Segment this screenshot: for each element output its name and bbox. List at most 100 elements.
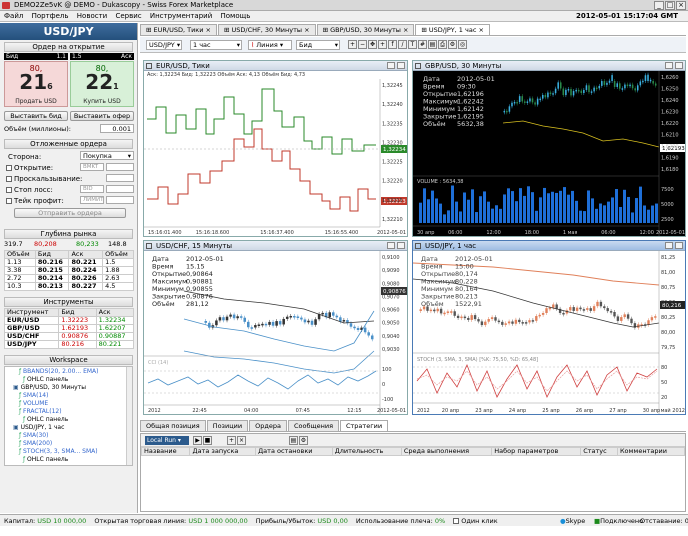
open-type-input[interactable]: BMKT: [80, 163, 104, 171]
strategy-col-header[interactable]: Длительность: [331, 447, 402, 456]
strategy-col-header[interactable]: Дата остановки: [255, 447, 333, 456]
stop-strategy-icon[interactable]: ■: [203, 436, 212, 445]
close-button[interactable]: ×: [676, 1, 686, 10]
remove-strategy-icon[interactable]: ×: [237, 436, 246, 445]
candle: [477, 319, 480, 322]
workspace-item[interactable]: ƒ STOCH(3, 3, SMA... SMA): [5, 448, 132, 456]
workspace-item[interactable]: ƒ SMA(200): [5, 440, 132, 448]
open-file-icon[interactable]: ▤: [289, 436, 298, 445]
pan-icon[interactable]: ✥: [368, 40, 377, 49]
side-select[interactable]: Покупка ▾: [80, 151, 134, 160]
maximize-chart-button[interactable]: [665, 242, 673, 249]
workspace-item[interactable]: ƒ SMA(30): [5, 432, 132, 440]
text-tool-icon[interactable]: T: [408, 40, 417, 49]
strategy-col-header[interactable]: Дата запуска: [189, 447, 257, 456]
depth-volume-bid: 319.7: [4, 240, 23, 248]
open-price-input[interactable]: [106, 163, 134, 171]
tab-strategies[interactable]: Стратегии: [339, 420, 389, 431]
stop-loss-type[interactable]: BID: [80, 185, 104, 193]
workspace-item[interactable]: ƒ VOLUME: [5, 400, 132, 408]
x-tick-label: 2012: [148, 408, 161, 414]
maximize-chart-button[interactable]: [665, 62, 673, 69]
menu-tools[interactable]: Инструментарий: [150, 12, 212, 20]
slippage-input[interactable]: [106, 174, 134, 182]
candle: [539, 98, 541, 101]
strategy-col-header[interactable]: Название: [140, 447, 191, 456]
close-chart-button[interactable]: [675, 62, 683, 69]
strategy-col-header[interactable]: Набор параметров: [491, 447, 582, 456]
instrument-select[interactable]: USD/JPY ▾: [146, 40, 182, 50]
workspace-item[interactable]: ƒ OHLC панель: [5, 376, 132, 384]
menu-portfolio[interactable]: Портфель: [32, 12, 69, 20]
open-checkbox[interactable]: [6, 165, 12, 171]
close-chart-button[interactable]: [397, 62, 405, 69]
tab-gbpusd[interactable]: ⊞ GBP/USD, 30 Минуты ×: [316, 24, 415, 35]
maximize-button[interactable]: □: [665, 1, 675, 10]
menu-help[interactable]: Помощь: [221, 12, 251, 20]
template-icon[interactable]: ▤: [428, 40, 437, 49]
candle: [544, 94, 547, 98]
settings-icon[interactable]: ⚙: [448, 40, 457, 49]
take-profit-checkbox[interactable]: [6, 198, 12, 204]
close-chart-button[interactable]: [397, 242, 405, 249]
minimize-button[interactable]: _: [654, 1, 664, 10]
zoom-in-icon[interactable]: +: [348, 40, 357, 49]
oneclick-toggle[interactable]: Один клик: [453, 517, 498, 525]
maximize-chart-button[interactable]: [387, 62, 395, 69]
workspace-item[interactable]: ƒ OHLC панель: [5, 456, 132, 464]
maximize-chart-button[interactable]: [387, 242, 395, 249]
run-mode-select[interactable]: Local Run ▾: [145, 436, 189, 445]
tab-messages[interactable]: Сообщения: [287, 420, 339, 431]
instrument-row[interactable]: USD/JPY 80.216 80.221: [3, 340, 135, 349]
chart-type-select[interactable]: ⌇ Линия ▾: [248, 40, 292, 50]
submit-orders-button[interactable]: Отправить ордера: [14, 208, 126, 218]
crosshair-icon[interactable]: +: [378, 40, 387, 49]
tab-usdchf[interactable]: ⊞ USD/CHF, 30 Минуты ×: [217, 24, 316, 35]
strategy-col-header[interactable]: Среда выполнения: [400, 447, 493, 456]
workspace-item[interactable]: ƒ OHLC панель: [5, 416, 132, 424]
workspace-scrollbar[interactable]: [126, 367, 132, 465]
menu-service[interactable]: Сервис: [115, 12, 141, 20]
stop-loss-checkbox[interactable]: [6, 187, 12, 193]
screenshot-icon[interactable]: ◎: [458, 40, 467, 49]
buy-button[interactable]: 80, 221 Купить USD: [70, 61, 134, 107]
slippage-checkbox[interactable]: [6, 176, 12, 182]
volume-input[interactable]: 0.001: [100, 124, 134, 133]
oneclick-checkbox[interactable]: [453, 518, 460, 524]
tab-general-position[interactable]: Общая позиция: [140, 420, 206, 431]
place-bid-button[interactable]: Выставить бид: [4, 111, 68, 121]
tab-positions[interactable]: Позиции: [206, 420, 249, 431]
workspace-item[interactable]: ▣ GBP/USD, 30 Минуты: [5, 384, 132, 392]
add-strategy-icon[interactable]: +: [227, 436, 236, 445]
start-strategy-icon[interactable]: ▶: [193, 436, 202, 445]
print-icon[interactable]: ⎙: [438, 40, 447, 49]
stop-loss-input[interactable]: [106, 185, 134, 193]
tab-usdjpy[interactable]: ⊞ USD/JPY, 1 час ×: [415, 24, 490, 35]
workspace-item[interactable]: ƒ FRACTAL(12): [5, 408, 132, 416]
take-profit-input[interactable]: [106, 196, 134, 204]
strategy-col-header[interactable]: Комментарии: [616, 447, 686, 456]
price-type-select[interactable]: Бид ▾: [296, 40, 340, 50]
title-bar: DEMO2Ze5vK @ DEMO - Dukascopy - Swiss Fo…: [0, 0, 688, 11]
menu-news[interactable]: Новости: [77, 12, 107, 20]
strategy-col-header[interactable]: Статус: [580, 447, 618, 456]
close-chart-button[interactable]: [675, 242, 683, 249]
menu-file[interactable]: Файл: [4, 12, 23, 20]
candle: [620, 317, 623, 321]
tab-orders[interactable]: Ордера: [249, 420, 287, 431]
indicator-icon[interactable]: f: [388, 40, 397, 49]
take-profit-type[interactable]: ЛИМИТ: [80, 196, 104, 204]
zoom-out-icon[interactable]: −: [358, 40, 367, 49]
tab-eurusd[interactable]: ⊞ EUR/USD, Тики ×: [140, 24, 217, 35]
place-offer-button[interactable]: Выставить офер: [70, 111, 134, 121]
workspace-item[interactable]: ▣ USD/JPY, 1 час: [5, 424, 132, 432]
workspace-item[interactable]: ƒ SMA(14): [5, 392, 132, 400]
y-tick-label: 80,00: [661, 330, 675, 336]
sell-button[interactable]: 80, 216 Продать USD: [4, 61, 68, 107]
period-select[interactable]: 1 час ▾: [190, 40, 242, 50]
workspace-item[interactable]: ƒ BBANDS(20, 2.00... EMA): [5, 368, 132, 376]
draw-line-icon[interactable]: /: [398, 40, 407, 49]
compile-icon[interactable]: ⚙: [299, 436, 308, 445]
grid-icon[interactable]: #: [418, 40, 427, 49]
skype-status[interactable]: ●Skype: [560, 515, 585, 526]
